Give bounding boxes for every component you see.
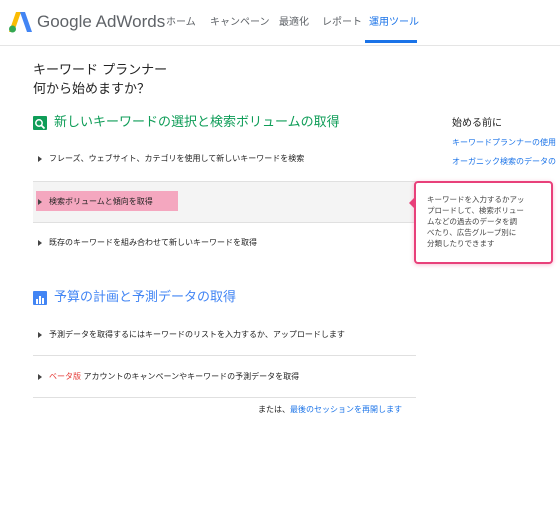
search-icon — [33, 116, 47, 130]
tooltip-line: 分類したりできます — [427, 239, 495, 248]
section-title-forecast: 予算の計画と予測データの取得 — [54, 290, 237, 305]
page-subtitle: 何から始めますか？ — [33, 82, 151, 97]
nav-item-reports[interactable]: レポート — [322, 16, 362, 29]
expand-arrow-icon — [38, 240, 42, 246]
option-label: フレーズ、ウェブサイト、カテゴリを使用して新しいキーワードを検索 — [49, 154, 305, 163]
tooltip-line: キーワードを入力するかアッ — [427, 195, 525, 204]
sidebar-link-organic-search[interactable]: オーガニック検索のデータの — [452, 157, 556, 167]
option-multiply-keywords[interactable]: 既存のキーワードを組み合わせて新しいキーワードを取得 — [33, 234, 416, 254]
nav-item-home[interactable]: ホーム — [166, 16, 196, 29]
sidebar-title: 始める前に — [452, 118, 502, 129]
option-label: ベータ版 アカウントのキャンペーンやキーワードの予測データを取得 — [49, 372, 299, 382]
section-title-keywords: 新しいキーワードの選択と検索ボリュームの取得 — [54, 115, 340, 130]
divider — [33, 397, 416, 398]
tooltip-line: プロードして、検索ボリュー — [427, 206, 524, 215]
beta-badge: ベータ版 — [49, 372, 81, 381]
resume-prefix: または、 — [258, 405, 290, 414]
nav-item-tools[interactable]: 運用ツール — [369, 16, 419, 29]
option-label: 既存のキーワードを組み合わせて新しいキーワードを取得 — [49, 238, 257, 247]
divider — [33, 355, 416, 356]
expand-arrow-icon — [38, 332, 42, 338]
expand-arrow-icon — [38, 374, 42, 380]
nav-item-optimization[interactable]: 最適化 — [279, 16, 309, 29]
option-label: 検索ボリュームと傾向を取得 — [49, 197, 153, 206]
brand-name[interactable]: Google AdWords — [37, 12, 165, 32]
option-find-new-keywords[interactable]: フレーズ、ウェブサイト、カテゴリを使用して新しいキーワードを検索 — [33, 150, 416, 170]
page-title: キーワード プランナー — [33, 63, 168, 78]
resume-line: または、最後のセッションを再開します — [258, 405, 402, 415]
resume-session-link[interactable]: 最後のセッションを再開します — [290, 405, 402, 414]
option-get-search-volume[interactable]: 検索ボリュームと傾向を取得 — [33, 195, 416, 209]
tooltip: キーワードを入力するかアッ プロードして、検索ボリュー ムなどの過去のデータを調… — [414, 181, 553, 264]
expand-arrow-icon — [38, 199, 42, 205]
top-nav-bar: Google AdWords ホーム キャンペーン 最適化 レポート 運用ツール — [0, 0, 560, 46]
tooltip-line: ムなどの過去のデータを調 — [427, 217, 517, 226]
nav-item-campaigns[interactable]: キャンペーン — [210, 16, 270, 29]
bar-chart-icon — [33, 291, 47, 305]
adwords-logo-icon[interactable] — [8, 11, 33, 33]
tooltip-line: べたり、広告グループ別に — [427, 228, 517, 237]
expand-arrow-icon — [38, 156, 42, 162]
option-beta-forecast[interactable]: ベータ版 アカウントのキャンペーンやキーワードの予測データを取得 — [33, 368, 416, 388]
option-label: 予測データを取得するにはキーワードのリストを入力するか、アップロードします — [49, 330, 345, 339]
option-upload-forecast[interactable]: 予測データを取得するにはキーワードのリストを入力するか、アップロードします — [33, 326, 416, 346]
option-label-text: アカウントのキャンペーンやキーワードの予測データを取得 — [81, 372, 300, 381]
active-tab-indicator — [365, 40, 417, 43]
sidebar-link-planner-usage[interactable]: キーワードプランナーの使用 — [452, 138, 556, 148]
